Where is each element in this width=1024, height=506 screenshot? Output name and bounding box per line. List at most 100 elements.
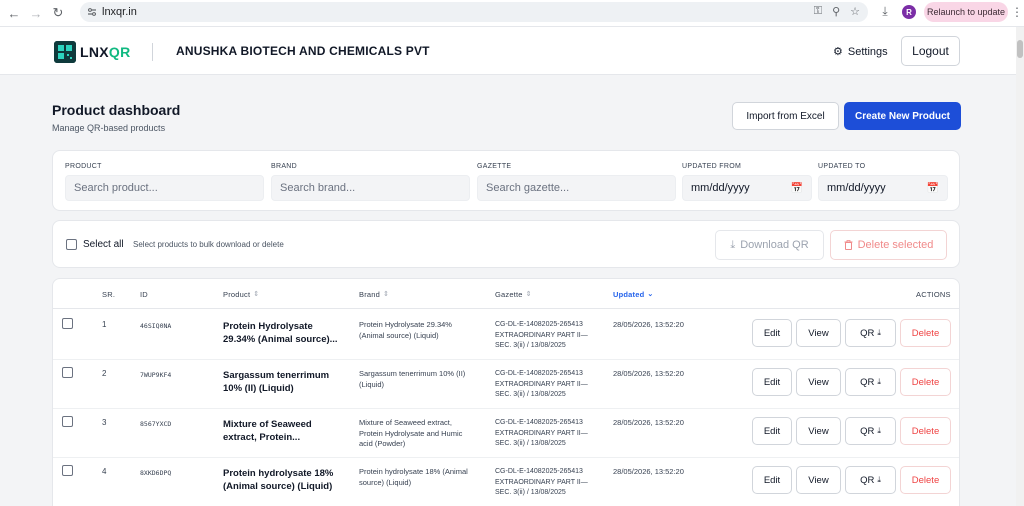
- company-name: ANUSHKA BIOTECH AND CHEMICALS PVT: [176, 44, 430, 58]
- column-header-id: ID: [140, 290, 148, 299]
- forward-icon[interactable]: →: [25, 2, 47, 24]
- cell-sr: 4: [102, 467, 107, 476]
- password-key-icon[interactable]: ⚿: [814, 5, 822, 18]
- bookmark-star-icon[interactable]: ☆: [850, 5, 860, 18]
- relaunch-button[interactable]: Relaunch to update: [924, 2, 1008, 22]
- table-row: 1 46SIQ0NA Protein Hydrolysate 29.34% (Ani…: [53, 310, 959, 359]
- cell-sr: 3: [102, 418, 107, 427]
- trash-icon: [844, 240, 853, 250]
- row-select-checkbox[interactable]: [62, 318, 73, 329]
- qr-label: QR: [860, 425, 875, 437]
- sort-desc-icon: ⌄: [647, 291, 654, 298]
- qr-label: QR: [860, 327, 875, 339]
- view-button[interactable]: View: [796, 368, 841, 396]
- filter-panel: PRODUCT Search product... BRAND Search b…: [52, 150, 960, 211]
- more-menu-icon[interactable]: ⋮: [1011, 4, 1023, 20]
- downloads-icon[interactable]: ⤓: [876, 4, 894, 22]
- qr-download-button[interactable]: QR ⤓: [845, 417, 896, 445]
- cell-id: 8XKD6DPQ: [140, 469, 172, 477]
- zoom-icon[interactable]: ⚲: [832, 5, 840, 18]
- address-bar[interactable]: lnxqr.in ⚿ ⚲ ☆: [80, 2, 868, 22]
- back-icon[interactable]: ←: [3, 2, 25, 24]
- cell-product: Mixture of Seaweed extract, Protein...: [223, 419, 312, 443]
- cell-updated: 28/05/2026, 13:52:20: [613, 320, 684, 329]
- delete-selected-label: Delete selected: [857, 239, 934, 251]
- delete-button[interactable]: Delete: [900, 417, 951, 445]
- table-row: 4 8XKD6DPQ Protein hydrolysate 18% (Animal…: [53, 457, 959, 506]
- edit-button[interactable]: Edit: [752, 368, 792, 396]
- updated-from-date-input[interactable]: mm/dd/yyyy 📅: [682, 175, 812, 201]
- delete-selected-button[interactable]: Delete selected: [830, 230, 947, 260]
- logo-mark-icon: [54, 41, 76, 63]
- column-header-updated[interactable]: Updated ⌄: [613, 290, 653, 299]
- create-product-button[interactable]: Create New Product: [844, 102, 961, 130]
- row-select-checkbox[interactable]: [62, 416, 73, 427]
- column-header-product[interactable]: Product ⇕: [223, 290, 259, 299]
- updated-to-label: UPDATED TO: [818, 163, 866, 170]
- page-subtitle: Manage QR-based products: [52, 123, 166, 133]
- settings-label: Settings: [847, 45, 888, 58]
- delete-button[interactable]: Delete: [900, 368, 951, 396]
- updated-from-value: mm/dd/yyyy: [691, 182, 750, 194]
- sort-icon: ⇕: [525, 291, 532, 298]
- updated-to-date-input[interactable]: mm/dd/yyyy 📅: [818, 175, 948, 201]
- updated-to-value: mm/dd/yyyy: [827, 182, 886, 194]
- download-icon: ⤓: [877, 426, 881, 435]
- updated-from-label: UPDATED FROM: [682, 163, 742, 170]
- scroll-thumb[interactable]: [1017, 40, 1023, 58]
- cell-product: Protein Hydrolysate 29.34% (Animal sourc…: [223, 321, 338, 345]
- site-info-icon[interactable]: [86, 6, 98, 18]
- cell-gazette: CG-DL-E-14082025-265413 EXTRAORDINARY PA…: [495, 419, 588, 447]
- calendar-icon[interactable]: 📅: [791, 183, 803, 194]
- delete-button[interactable]: Delete: [900, 466, 951, 494]
- edit-button[interactable]: Edit: [752, 417, 792, 445]
- edit-button[interactable]: Edit: [752, 319, 792, 347]
- profile-avatar[interactable]: R: [902, 5, 916, 19]
- qr-download-button[interactable]: QR ⤓: [845, 466, 896, 494]
- product-search-input[interactable]: Search product...: [65, 175, 264, 201]
- view-button[interactable]: View: [796, 466, 841, 494]
- gazette-filter-label: GAZETTE: [477, 163, 512, 170]
- settings-link[interactable]: ⚙ Settings: [833, 45, 888, 59]
- download-icon: ⤓: [877, 475, 881, 484]
- logo[interactable]: LNXQR: [54, 41, 131, 63]
- page-title: Product dashboard: [52, 102, 181, 118]
- import-excel-button[interactable]: Import from Excel: [732, 102, 839, 130]
- download-icon: ⤓: [730, 238, 736, 251]
- cell-id: 8567YXCD: [140, 420, 172, 428]
- brand-filter-label: BRAND: [271, 163, 298, 170]
- table-header-divider: [53, 308, 959, 309]
- brand-search-input[interactable]: Search brand...: [271, 175, 470, 201]
- download-qr-button[interactable]: ⤓ Download QR: [715, 230, 824, 260]
- delete-button[interactable]: Delete: [900, 319, 951, 347]
- qr-download-button[interactable]: QR ⤓: [845, 319, 896, 347]
- column-header-gazette[interactable]: Gazette ⇕: [495, 290, 532, 299]
- select-all-checkbox[interactable]: [66, 239, 77, 250]
- cell-sr: 2: [102, 369, 107, 378]
- browser-toolbar: ← → ↻ lnxqr.in ⚿ ⚲ ☆ ⤓ R Relaunch to upd…: [0, 0, 1024, 27]
- row-select-checkbox[interactable]: [62, 465, 73, 476]
- column-header-brand[interactable]: Brand ⇕: [359, 290, 389, 299]
- product-filter-label: PRODUCT: [65, 163, 102, 170]
- select-all-label[interactable]: Select all: [83, 239, 124, 250]
- gazette-search-input[interactable]: Search gazette...: [477, 175, 676, 201]
- page-scrollbar[interactable]: [1016, 27, 1024, 506]
- column-header-sr: SR.: [102, 290, 116, 299]
- view-button[interactable]: View: [796, 319, 841, 347]
- row-divider: [53, 408, 959, 409]
- cell-id: 46SIQ0NA: [140, 322, 172, 330]
- sort-icon: ⇕: [253, 291, 260, 298]
- qr-download-button[interactable]: QR ⤓: [845, 368, 896, 396]
- logout-button[interactable]: Logout: [901, 36, 960, 66]
- logo-text: LNXQR: [80, 44, 131, 60]
- row-divider: [53, 457, 959, 458]
- reload-icon[interactable]: ↻: [47, 2, 69, 24]
- products-table: SR. ID Product ⇕ Brand ⇕ Gazette ⇕ Updated ⌄…: [52, 278, 960, 506]
- calendar-icon[interactable]: 📅: [927, 183, 939, 194]
- cell-sr: 1: [102, 320, 107, 329]
- qr-label: QR: [860, 474, 875, 486]
- gear-icon: ⚙: [833, 46, 843, 58]
- edit-button[interactable]: Edit: [752, 466, 792, 494]
- row-select-checkbox[interactable]: [62, 367, 73, 378]
- view-button[interactable]: View: [796, 417, 841, 445]
